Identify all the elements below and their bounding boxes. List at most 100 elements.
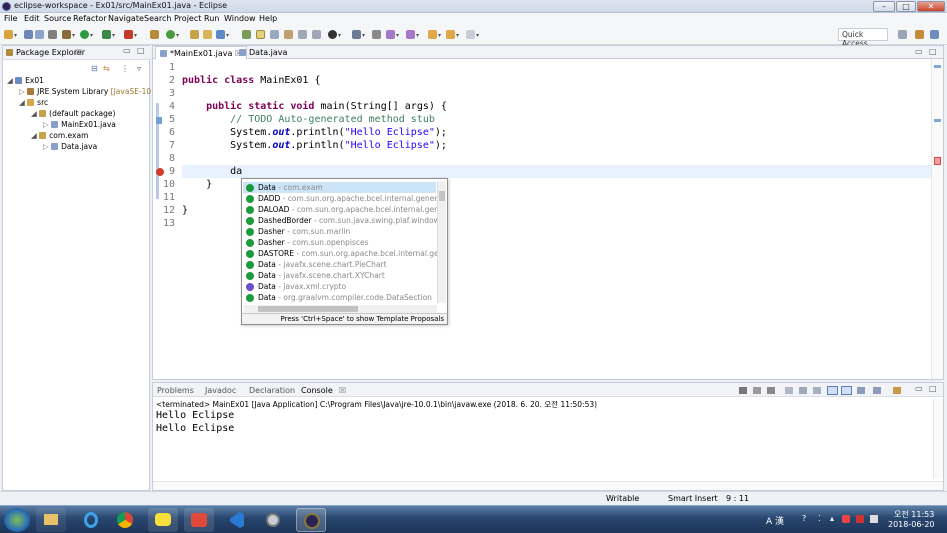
previous-annotation-icon[interactable]	[406, 30, 415, 39]
popup-vertical-scrollbar[interactable]	[437, 181, 446, 303]
tray-app-icon[interactable]	[842, 515, 850, 523]
view-menu-icon[interactable]: ▿	[137, 64, 141, 73]
proposal-item[interactable]: Data - javax.xml.crypto	[244, 281, 437, 292]
new-icon[interactable]	[4, 30, 13, 39]
menu-run[interactable]: Run	[204, 14, 219, 23]
scroll-lock-icon[interactable]	[799, 387, 807, 394]
minimize-button[interactable]: –	[873, 1, 895, 12]
block-selection-icon[interactable]	[270, 30, 279, 39]
link-editor-icon[interactable]: ⇆	[103, 64, 110, 73]
network-icon[interactable]	[870, 515, 878, 523]
tree-item-mainex01[interactable]: ▷ MainEx01.java	[43, 120, 116, 129]
ime-indicator[interactable]: A 漢	[766, 514, 784, 527]
eclipse-taskbar-icon[interactable]	[296, 508, 326, 532]
menu-help[interactable]: Help	[259, 14, 277, 23]
clock-date[interactable]: 2018-06-20	[888, 520, 935, 529]
proposal-item[interactable]: Dasher - com.sun.openpisces	[244, 237, 437, 248]
menu-navigate[interactable]: Navigate	[108, 14, 144, 23]
focus-icon[interactable]: ⋮	[121, 64, 129, 73]
new-java-project-icon[interactable]	[150, 30, 159, 39]
proposal-item[interactable]: DASTORE - com.sun.org.apache.bcel.intern…	[244, 248, 437, 259]
menu-edit[interactable]: Edit	[24, 14, 40, 23]
ime-options-icon[interactable]: ⁚	[818, 514, 821, 523]
tab-javadoc[interactable]: Javadoc	[205, 386, 236, 395]
close-button[interactable]: ✕	[917, 1, 945, 12]
code-line-4[interactable]: public static void main(String[] args) {	[182, 101, 447, 112]
app-taskbar-icon[interactable]	[184, 508, 214, 532]
tree-item-com-exam[interactable]: ◢ com.exam	[31, 131, 88, 140]
save-icon[interactable]	[24, 30, 33, 39]
close-console-icon[interactable]: ☒	[339, 386, 346, 395]
word-wrap-icon[interactable]	[284, 30, 293, 39]
pilcrow-icon[interactable]	[312, 30, 321, 39]
proposal-item[interactable]: DashedBorder - com.sun.java.swing.plaf.w…	[244, 215, 437, 226]
editor-overview-ruler[interactable]	[931, 59, 943, 379]
proposal-item[interactable]: Data - javafx.scene.chart.PieChart	[244, 259, 437, 270]
code-line-10[interactable]: }	[182, 179, 212, 190]
proposal-item[interactable]: Data - org.graalvm.compiler.code.DataSec…	[244, 292, 437, 303]
terminate-icon[interactable]	[739, 387, 747, 394]
explorer-taskbar-icon[interactable]	[36, 508, 66, 532]
forward-icon[interactable]	[466, 30, 475, 39]
window-title-bar[interactable]: eclipse-workspace - Ex01/src/MainEx01.ja…	[0, 0, 947, 13]
maximize-button[interactable]: □	[896, 1, 916, 12]
external-tools-icon[interactable]	[124, 30, 133, 39]
popup-horizontal-scrollbar[interactable]	[244, 305, 437, 313]
remove-all-icon[interactable]	[767, 387, 775, 394]
collapse-all-icon[interactable]: ⊟	[91, 64, 98, 73]
tab-mainex01[interactable]: *MainEx01.java ☒	[155, 46, 248, 59]
code-line-7[interactable]: System.out.println("Hello Eclipse");	[182, 140, 447, 151]
code-line-9[interactable]: da	[182, 166, 242, 177]
overview-marker[interactable]	[934, 65, 941, 68]
display-console-icon[interactable]	[873, 387, 881, 394]
show-whitespace-icon[interactable]	[298, 30, 307, 39]
annotation-icon[interactable]	[242, 30, 251, 39]
print-icon[interactable]	[48, 30, 57, 39]
overview-marker[interactable]	[934, 119, 941, 122]
kakaotalk-taskbar-icon[interactable]	[148, 508, 178, 532]
internet-explorer-taskbar-icon[interactable]	[76, 508, 106, 532]
tree-item-jre[interactable]: ▷ JRE System Library [JavaSE-10]	[19, 87, 154, 96]
start-button[interactable]	[4, 508, 30, 532]
menu-window[interactable]: Window	[224, 14, 256, 23]
run-icon[interactable]	[80, 30, 89, 39]
proposal-item[interactable]: DADD - com.sun.org.apache.bcel.internal.…	[244, 193, 437, 204]
tree-item-data[interactable]: ▷ Data.java	[43, 142, 97, 151]
back-icon[interactable]	[446, 30, 455, 39]
open-type-icon[interactable]	[190, 30, 199, 39]
next-annotation-icon[interactable]	[386, 30, 395, 39]
clock-time[interactable]: 오전 11:53	[894, 509, 934, 520]
menu-file[interactable]: File	[4, 14, 17, 23]
menu-search[interactable]: Search	[144, 14, 171, 23]
popup-hscroll-thumb[interactable]	[258, 306, 358, 312]
debug-icon[interactable]	[62, 30, 71, 39]
code-line-12[interactable]: }	[182, 205, 188, 216]
show-stderr-icon[interactable]	[841, 386, 852, 395]
proposal-item[interactable]: Data - javafx.scene.chart.XYChart	[244, 270, 437, 281]
tree-item-default-package[interactable]: ◢ (default package)	[31, 109, 115, 118]
tab-declaration[interactable]: Declaration	[249, 386, 295, 395]
tree-item-src[interactable]: ◢ src	[19, 98, 48, 107]
remove-launch-icon[interactable]	[753, 387, 761, 394]
code-line-5[interactable]: // TODO Auto-generated method stub	[182, 114, 435, 125]
proposal-item[interactable]: Dasher - com.sun.marlin	[244, 226, 437, 237]
tab-data[interactable]: Data.java	[235, 46, 291, 59]
console-horizontal-scrollbar[interactable]	[153, 481, 943, 490]
tab-problems[interactable]: Problems	[157, 386, 194, 395]
help-icon[interactable]: ?	[802, 514, 806, 523]
menu-source[interactable]: Source	[44, 14, 71, 23]
action-center-icon[interactable]	[856, 515, 864, 523]
proposal-item[interactable]: Data - com.exam	[244, 182, 437, 193]
code-line-2[interactable]: public class MainEx01 {	[182, 75, 321, 86]
toggle-mark-occurrences-icon[interactable]	[256, 30, 265, 39]
minimize-console-icon[interactable]: ▭	[915, 384, 923, 393]
minimize-editor-icon[interactable]: ▭	[915, 47, 923, 56]
proposal-item[interactable]: DALOAD - com.sun.org.apache.bcel.interna…	[244, 204, 437, 215]
breakpoint-icon[interactable]	[328, 30, 337, 39]
menu-refactor[interactable]: Refactor	[73, 14, 107, 23]
maximize-view-icon[interactable]: □	[137, 46, 145, 55]
coverage-icon[interactable]	[102, 30, 111, 39]
quick-access-field[interactable]: Quick Access	[838, 28, 888, 48]
console-vertical-scrollbar[interactable]	[933, 399, 943, 479]
menu-project[interactable]: Project	[174, 14, 201, 23]
